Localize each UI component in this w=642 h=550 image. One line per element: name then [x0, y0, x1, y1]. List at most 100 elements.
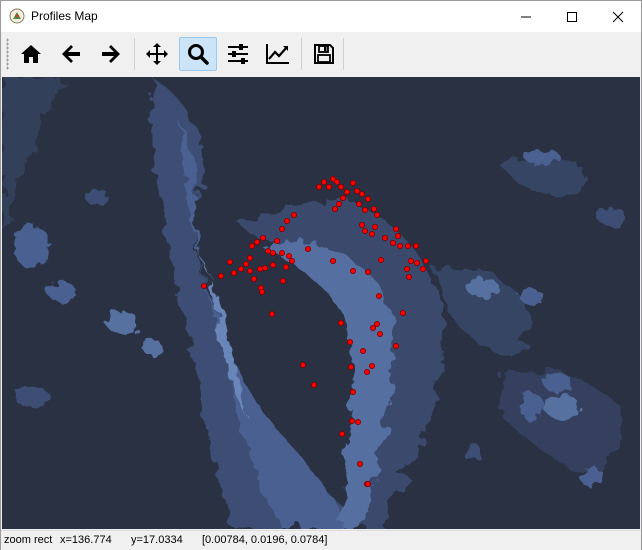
toolbar — [1, 32, 641, 76]
profile-marker — [356, 460, 363, 467]
profile-marker — [325, 184, 332, 191]
close-button[interactable] — [595, 1, 641, 32]
profile-marker — [269, 249, 276, 256]
minimize-icon — [521, 16, 531, 17]
profile-marker — [371, 223, 378, 230]
title-bar[interactable]: Profiles Map — [1, 1, 641, 32]
profile-marker — [349, 180, 356, 187]
window-title: Profiles Map — [31, 9, 98, 23]
profile-marker — [315, 184, 322, 191]
profile-marker — [273, 237, 280, 244]
profile-marker — [349, 267, 356, 274]
status-values: [0.00784, 0.0196, 0.0784] — [202, 534, 328, 546]
home-icon — [21, 45, 41, 63]
profile-marker — [285, 252, 292, 259]
profile-marker — [278, 225, 285, 232]
profile-marker — [339, 195, 346, 202]
profile-marker — [237, 265, 244, 272]
profile-marker — [290, 211, 297, 218]
status-bar: zoom rect x=136.774 y=17.0334 [0.00784, 0… — [1, 530, 641, 550]
profile-marker — [364, 480, 371, 487]
profile-marker — [359, 347, 366, 354]
profile-marker — [377, 256, 384, 263]
home-button[interactable] — [12, 37, 50, 71]
profile-marker — [329, 257, 336, 264]
profile-marker — [404, 242, 411, 249]
profile-marker — [299, 361, 306, 368]
profile-marker — [310, 381, 317, 388]
profile-marker — [355, 201, 362, 208]
profile-marker — [242, 260, 249, 267]
profile-marker — [373, 211, 380, 218]
map-canvas[interactable] — [2, 77, 640, 529]
minimize-button[interactable] — [503, 1, 549, 32]
profile-marker — [364, 268, 371, 275]
profile-marker — [368, 362, 375, 369]
profile-marker — [399, 309, 406, 316]
close-icon — [612, 11, 624, 22]
line-chart-icon — [266, 44, 289, 64]
edit-axis-button[interactable] — [259, 37, 297, 71]
profile-marker — [283, 217, 290, 224]
profile-marker — [381, 234, 388, 241]
toolbar-separator — [301, 38, 302, 70]
profile-marker — [335, 201, 342, 208]
status-x: x=136.774 — [60, 534, 112, 546]
profile-marker — [396, 242, 403, 249]
profile-marker — [279, 277, 286, 284]
status-y: y=17.0334 — [131, 534, 183, 546]
profile-marker — [217, 272, 224, 279]
forward-button[interactable] — [92, 37, 130, 71]
profile-marker — [422, 257, 429, 264]
ocean-background — [2, 77, 640, 529]
profile-marker — [358, 221, 365, 228]
profile-marker — [369, 324, 376, 331]
profile-marker — [259, 234, 266, 241]
profile-marker — [413, 259, 420, 266]
profile-marker — [282, 263, 289, 270]
profile-marker — [246, 267, 253, 274]
maximize-button[interactable] — [549, 1, 595, 32]
move-icon — [146, 43, 168, 65]
zoom-button[interactable] — [179, 37, 217, 71]
profile-marker — [403, 265, 410, 272]
pan-button[interactable] — [138, 37, 176, 71]
back-button[interactable] — [52, 37, 90, 71]
profile-marker — [370, 205, 377, 212]
profile-marker — [253, 238, 260, 245]
profile-marker — [264, 247, 271, 254]
profile-marker — [405, 273, 412, 280]
map-plot[interactable] — [2, 77, 640, 529]
profile-marker — [258, 288, 265, 295]
profile-marker — [392, 225, 399, 232]
arrow-left-icon — [62, 45, 80, 63]
profile-marker — [358, 191, 365, 198]
profile-marker — [354, 418, 361, 425]
toolbar-grip[interactable] — [6, 38, 9, 70]
toolbar-separator — [343, 38, 344, 70]
profile-marker — [337, 319, 344, 326]
profile-marker — [407, 257, 414, 264]
profile-marker — [268, 310, 275, 317]
profile-marker — [392, 342, 399, 349]
profile-marker — [288, 257, 295, 264]
profile-marker — [304, 245, 311, 252]
subplots-button[interactable] — [219, 37, 257, 71]
arrow-right-icon — [102, 45, 120, 63]
profile-marker — [333, 179, 340, 186]
profile-marker — [375, 292, 382, 299]
maximize-icon — [567, 11, 577, 22]
magnifier-icon — [188, 44, 209, 65]
profile-marker — [394, 232, 401, 239]
profile-marker — [348, 417, 355, 424]
save-button[interactable] — [305, 37, 343, 71]
profile-marker — [349, 388, 356, 395]
profile-marker — [353, 188, 360, 195]
profile-marker — [346, 338, 353, 345]
profile-marker — [230, 269, 237, 276]
profile-marker — [200, 282, 207, 289]
app-icon — [9, 8, 25, 24]
profile-marker — [361, 206, 368, 213]
profile-marker — [368, 230, 375, 237]
profile-marker — [278, 249, 285, 256]
